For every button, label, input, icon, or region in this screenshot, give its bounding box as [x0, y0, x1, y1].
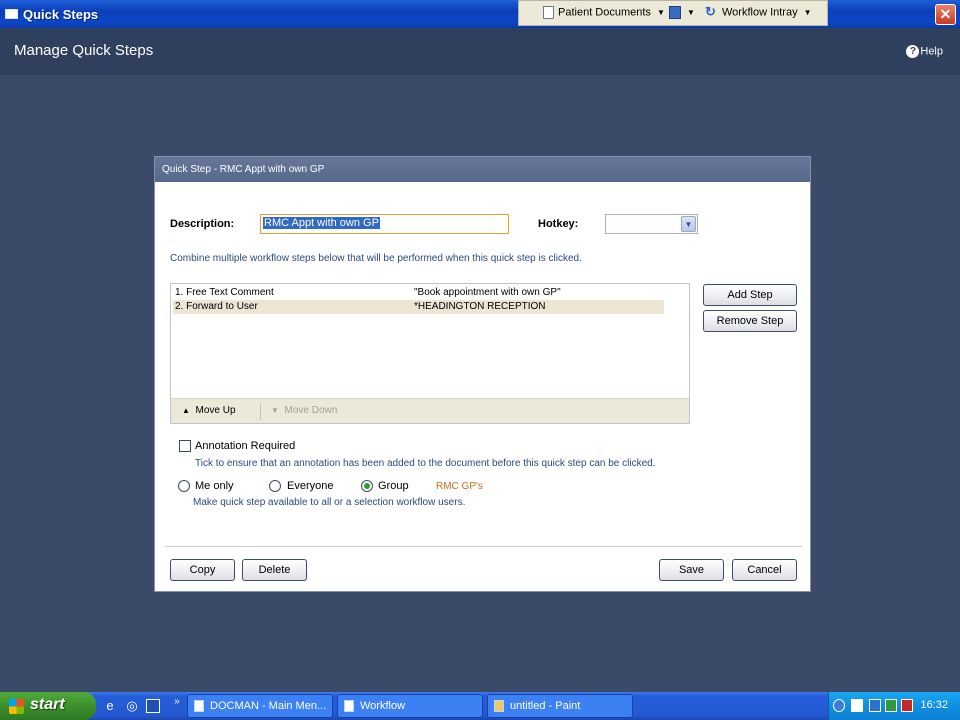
- workflow-intray-label: Workflow Intray: [722, 6, 798, 19]
- availability-hint: Make quick step available to all or a se…: [193, 497, 466, 508]
- radio-me-only[interactable]: [178, 480, 190, 492]
- copy-button[interactable]: Copy: [170, 559, 235, 581]
- patient-documents-menu[interactable]: Patient Documents ▼: [543, 6, 665, 19]
- move-up-label: Move Up: [195, 405, 236, 416]
- system-tray: 16:32: [828, 692, 960, 720]
- page-header: Manage Quick Steps ? Help: [0, 28, 960, 75]
- combine-hint: Combine multiple workflow steps below th…: [170, 253, 582, 264]
- help-label: Help: [920, 45, 943, 58]
- annotation-label: Annotation Required: [195, 440, 296, 452]
- tray-expand-icon[interactable]: [833, 699, 845, 712]
- hotkey-select[interactable]: ▼: [605, 214, 698, 234]
- workflow-intray-menu[interactable]: ↻ Workflow Intray ▼: [705, 4, 812, 19]
- launcher-toolbar: Patient Documents ▼ ▼ ↻ Workflow Intray ▼: [518, 0, 828, 26]
- page-title: Manage Quick Steps: [14, 42, 154, 59]
- radio-everyone-label: Everyone: [287, 480, 334, 492]
- tray-network-icon[interactable]: [869, 699, 881, 712]
- task-label: DOCMAN - Main Men...: [210, 700, 327, 712]
- app-icon: [669, 6, 681, 19]
- quick-step-dialog: Quick Step - RMC Appt with own GP Descri…: [154, 156, 811, 592]
- close-button[interactable]: ✕: [935, 4, 956, 25]
- radio-group[interactable]: [361, 480, 373, 492]
- radio-group-label: Group: [378, 480, 409, 492]
- task-workflow[interactable]: Workflow: [337, 694, 483, 718]
- app-shortcut-icon[interactable]: [146, 699, 160, 713]
- steps-toolbar: ▲ Move Up ▼ Move Down: [171, 398, 689, 423]
- document-icon: [344, 700, 354, 713]
- start-button[interactable]: start: [0, 692, 96, 720]
- divider: [165, 546, 802, 547]
- window-title-bar: Quick Steps Patient Documents ▼ ▼ ↻ Workfl…: [0, 0, 960, 28]
- annotation-hint: Tick to ensure that an annotation has be…: [195, 458, 656, 469]
- chevron-down-icon: ▼: [656, 8, 665, 18]
- toolbar-divider: [260, 403, 261, 420]
- chevron-down-icon: ▼: [687, 8, 695, 18]
- task-label: Workflow: [360, 700, 406, 712]
- dialog-title: Quick Step - RMC Appt with own GP: [155, 157, 810, 182]
- cancel-button[interactable]: Cancel: [732, 559, 797, 581]
- outlook-icon[interactable]: ◎: [124, 698, 140, 714]
- document-icon: [194, 700, 204, 713]
- step-detail: *HEADINGTON RECEPTION: [414, 301, 546, 312]
- move-up-button[interactable]: ▲ Move Up: [182, 405, 236, 416]
- step-name: 1. Free Text Comment: [175, 287, 274, 298]
- tray-document-icon[interactable]: [851, 699, 863, 712]
- patient-documents-label: Patient Documents: [558, 6, 651, 19]
- task-docman[interactable]: DOCMAN - Main Men...: [187, 694, 333, 718]
- window-title: Quick Steps: [23, 7, 99, 22]
- list-item[interactable]: 1. Free Text Comment "Book appointment w…: [173, 286, 664, 300]
- radio-me-only-label: Me only: [195, 480, 234, 492]
- hotkey-label: Hotkey:: [538, 218, 579, 230]
- task-label: untitled - Paint: [510, 700, 581, 712]
- annotation-checkbox[interactable]: [179, 440, 191, 452]
- app-switch-menu[interactable]: ▼: [669, 6, 695, 19]
- description-input[interactable]: RMC Appt with own GP: [260, 214, 509, 234]
- step-detail: "Book appointment with own GP": [414, 287, 561, 298]
- add-step-button[interactable]: Add Step: [703, 284, 797, 306]
- refresh-icon: ↻: [705, 4, 716, 19]
- save-button[interactable]: Save: [659, 559, 724, 581]
- delete-button[interactable]: Delete: [242, 559, 307, 581]
- arrow-up-icon: ▲: [182, 406, 190, 415]
- move-down-button[interactable]: ▼ Move Down: [271, 405, 337, 416]
- list-item[interactable]: 2. Forward to User *HEADINGTON RECEPTION: [173, 300, 664, 314]
- group-name-link[interactable]: RMC GP's: [436, 481, 483, 492]
- help-link[interactable]: ? Help: [906, 45, 943, 58]
- clock: 16:32: [920, 699, 948, 711]
- remove-step-button[interactable]: Remove Step: [703, 310, 797, 332]
- chevron-down-icon[interactable]: ▼: [681, 216, 696, 232]
- chevron-right-icon[interactable]: »: [169, 694, 185, 710]
- document-icon: [543, 6, 554, 19]
- window-icon: [5, 9, 18, 19]
- description-value: RMC Appt with own GP: [263, 217, 380, 229]
- steps-list[interactable]: 1. Free Text Comment "Book appointment w…: [170, 283, 690, 424]
- paint-icon: [494, 700, 504, 713]
- tray-antivirus-icon[interactable]: [901, 699, 913, 712]
- internet-explorer-icon[interactable]: e: [102, 698, 118, 714]
- windows-logo-icon: [9, 699, 24, 714]
- description-label: Description:: [170, 218, 235, 230]
- tray-app-icon[interactable]: [885, 699, 897, 712]
- help-icon: ?: [906, 45, 920, 58]
- move-down-label: Move Down: [284, 405, 338, 416]
- chevron-down-icon: ▼: [803, 8, 812, 18]
- step-name: 2. Forward to User: [175, 301, 258, 312]
- task-paint[interactable]: untitled - Paint: [487, 694, 633, 718]
- arrow-down-icon: ▼: [271, 406, 279, 415]
- radio-everyone[interactable]: [269, 480, 281, 492]
- taskbar: start e ◎ » DOCMAN - Main Men... Workflo…: [0, 692, 960, 720]
- start-label: start: [30, 696, 65, 713]
